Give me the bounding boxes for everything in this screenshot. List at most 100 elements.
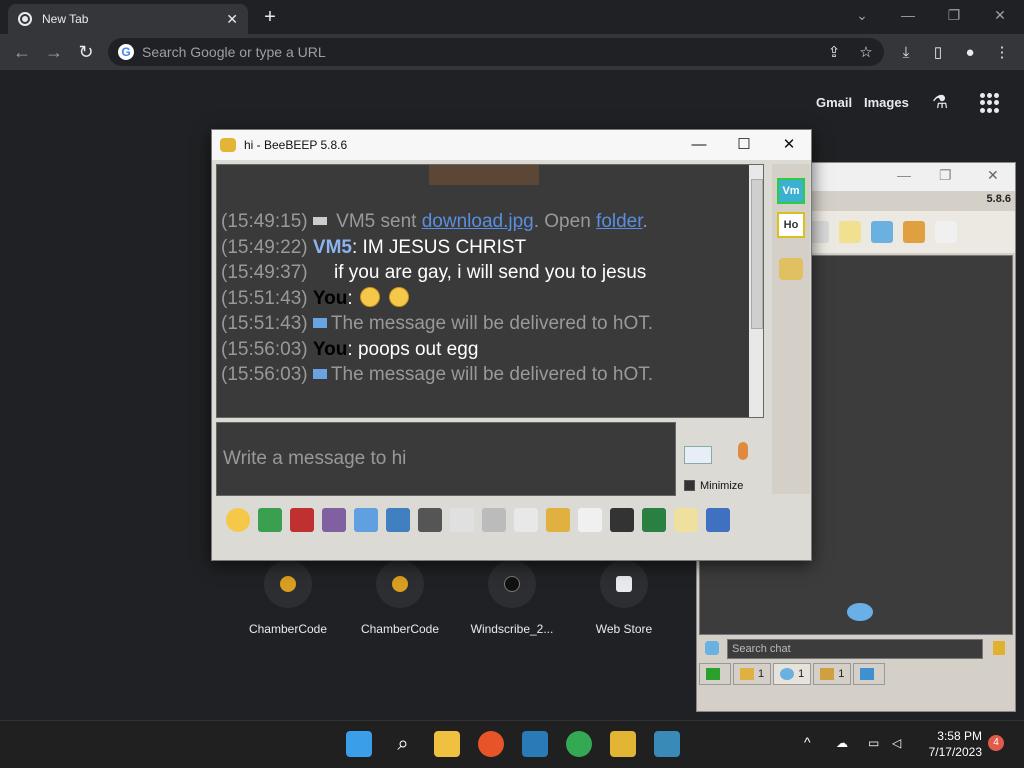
bookmark-star-icon[interactable]: ☆ xyxy=(855,42,877,64)
music-icon[interactable] xyxy=(482,508,506,532)
reload-icon[interactable]: ↻ xyxy=(74,40,98,64)
chrome-icon xyxy=(18,12,32,26)
chat-message: (15:51:43) You: xyxy=(221,286,751,312)
download-icon[interactable]: ⤓ xyxy=(895,42,917,64)
display-icon[interactable]: ▭ xyxy=(868,736,884,750)
clear-search-icon[interactable] xyxy=(993,641,1005,655)
side-panel-icon[interactable]: ▯ xyxy=(927,42,949,64)
labs-flask-icon[interactable]: ⚗ xyxy=(932,92,952,114)
file-transfer-icon xyxy=(312,217,327,225)
settings-icon[interactable] xyxy=(386,508,410,532)
close-tab-icon[interactable]: ✕ xyxy=(226,11,238,28)
tab-users[interactable]: 1 xyxy=(733,663,772,685)
download-folder-icon[interactable] xyxy=(903,221,925,243)
edit-icon[interactable] xyxy=(839,221,861,243)
chat-scrollbar[interactable] xyxy=(749,165,763,417)
shortcut-label: ChamberCode xyxy=(248,622,328,636)
emoji-icon[interactable] xyxy=(226,508,250,532)
file-explorer-icon[interactable] xyxy=(434,731,460,757)
notes-icon[interactable] xyxy=(674,508,698,532)
send-file-icon[interactable] xyxy=(514,508,538,532)
main-restore-button[interactable]: ❐ xyxy=(939,167,952,184)
file-link[interactable]: download.jpg xyxy=(422,211,534,232)
tab-share[interactable] xyxy=(853,663,886,685)
chrome-taskbar-icon[interactable] xyxy=(566,731,592,757)
shortcut-tile[interactable]: ChamberCode xyxy=(232,560,344,636)
member-vm-button[interactable]: Vm xyxy=(777,178,805,204)
minimize-browser-button[interactable]: — xyxy=(888,4,928,26)
beebeep-chat-window[interactable]: hi - BeeBEEP 5.8.6 — ☐ ✕ (15:49:15) VM5 … xyxy=(211,129,812,561)
tab-new-tab[interactable]: New Tab ✕ xyxy=(8,4,248,34)
gmail-link[interactable]: Gmail xyxy=(816,95,852,110)
beebeep-taskbar-icon[interactable] xyxy=(610,731,636,757)
spellcheck-icon[interactable] xyxy=(418,508,442,532)
chat-message: (15:56:03) You: poops out egg xyxy=(221,338,479,360)
microphone-button[interactable] xyxy=(732,442,754,472)
members-icon[interactable] xyxy=(779,258,803,280)
message-input-area[interactable] xyxy=(216,422,676,496)
main-minimize-button[interactable]: — xyxy=(897,167,911,183)
tab-groups[interactable]: 1 xyxy=(813,663,852,685)
filter-icon[interactable] xyxy=(354,508,378,532)
back-icon[interactable]: ← xyxy=(10,40,34,64)
message-input[interactable] xyxy=(217,423,675,495)
tab-chats[interactable]: 1 xyxy=(773,663,812,685)
tools-icon[interactable] xyxy=(871,221,893,243)
folder-link[interactable]: folder xyxy=(596,211,642,232)
menu-icon[interactable]: ⋮ xyxy=(991,42,1013,64)
chat-minimize-button[interactable]: — xyxy=(676,130,722,160)
remote-desktop-icon[interactable] xyxy=(654,731,680,757)
tab-search-icon[interactable]: ⌄ xyxy=(842,4,882,26)
scrollbar-thumb[interactable] xyxy=(751,179,763,329)
clock-time[interactable]: 3:58 PM xyxy=(930,729,982,743)
search-icon[interactable]: ⌕ xyxy=(390,731,416,757)
microphone-icon xyxy=(738,442,748,460)
save-icon[interactable] xyxy=(706,508,730,532)
network-icon[interactable]: ☁ xyxy=(836,736,852,750)
images-link[interactable]: Images xyxy=(864,95,909,110)
profile-icon[interactable]: ● xyxy=(959,42,981,64)
shortcut-tile[interactable]: Web Store xyxy=(568,560,680,636)
font-icon[interactable] xyxy=(290,508,314,532)
new-tab-button[interactable]: + xyxy=(258,6,282,30)
copy-icon[interactable] xyxy=(935,221,957,243)
shortcut-favicon xyxy=(600,560,648,608)
apps-grid-icon[interactable] xyxy=(980,93,1000,113)
forward-icon[interactable]: → xyxy=(42,40,66,64)
notification-badge[interactable]: 4 xyxy=(988,735,1004,751)
google-icon: G xyxy=(118,44,134,60)
send-folder-icon[interactable] xyxy=(546,508,570,532)
send-button[interactable] xyxy=(684,442,716,468)
shortcut-tile[interactable]: Windscribe_2... xyxy=(456,560,568,636)
firefox-icon[interactable] xyxy=(478,731,504,757)
send-envelope-icon xyxy=(684,446,712,464)
beebeep-icon xyxy=(220,138,236,152)
chat-close-button[interactable]: ✕ xyxy=(766,130,812,160)
color-icon[interactable] xyxy=(322,508,346,532)
minimize-checkbox[interactable] xyxy=(684,480,695,491)
chat-maximize-button[interactable]: ☐ xyxy=(721,130,767,160)
tab-monitor[interactable] xyxy=(699,663,731,685)
close-browser-button[interactable]: ✕ xyxy=(980,4,1020,26)
main-close-button[interactable]: ✕ xyxy=(987,167,999,184)
media-icon[interactable] xyxy=(522,731,548,757)
screenshot-icon[interactable] xyxy=(610,508,634,532)
restore-browser-button[interactable]: ❐ xyxy=(934,4,974,26)
chat-history[interactable]: (15:49:15) VM5 sent download.jpg. Open f… xyxy=(216,164,764,418)
group-icon xyxy=(820,668,835,680)
start-icon[interactable] xyxy=(346,731,372,757)
search-chat-input[interactable]: Search chat xyxy=(727,639,983,659)
search-settings-icon[interactable] xyxy=(705,641,719,655)
show-hidden-icons[interactable]: ^ xyxy=(804,734,811,750)
member-ho-button[interactable]: Ho xyxy=(777,212,805,238)
omnibox[interactable]: G Search Google or type a URL xyxy=(108,38,884,66)
html-icon[interactable] xyxy=(578,508,602,532)
clock-date[interactable]: 7/17/2023 xyxy=(922,745,982,759)
text-icon[interactable] xyxy=(450,508,474,532)
shortcut-tile[interactable]: ChamberCode xyxy=(344,560,456,636)
open-message-icon[interactable] xyxy=(258,508,282,532)
share-icon[interactable]: ⇪ xyxy=(823,42,845,64)
volume-icon[interactable]: ◁ xyxy=(892,736,908,750)
chat-message: (15:51:43) The message will be delivered… xyxy=(221,313,654,334)
board-icon[interactable] xyxy=(642,508,666,532)
